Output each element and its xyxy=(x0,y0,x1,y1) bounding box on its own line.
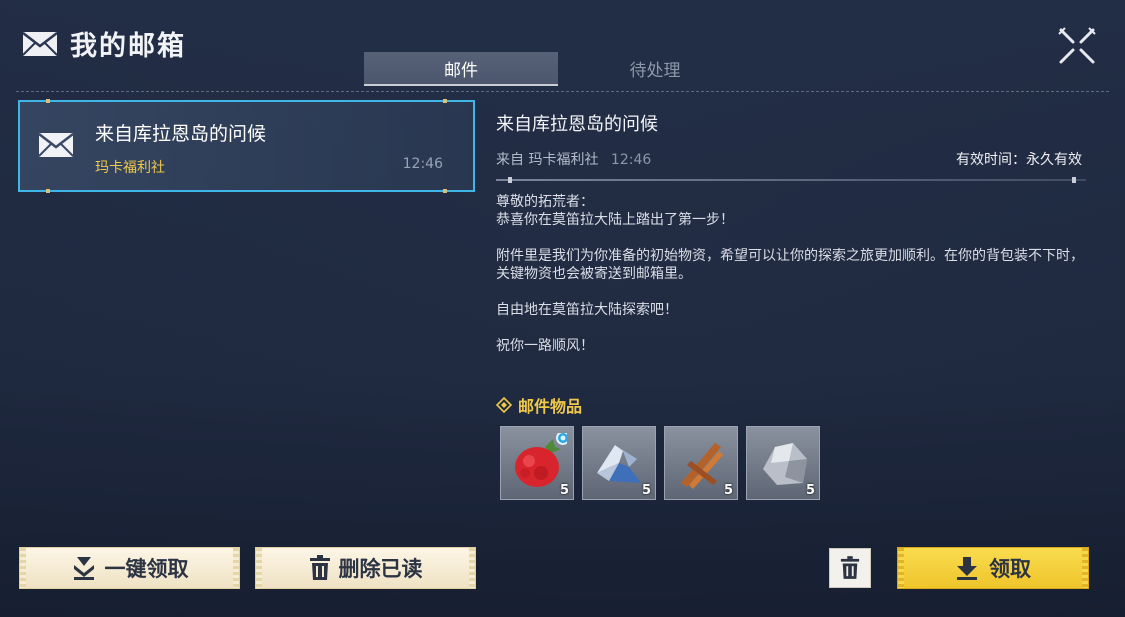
mail-detail: 来自库拉恩岛的问候 来自 玛卡福利社 12:46 有效时间：永久有效 尊敬的拓荒… xyxy=(496,110,1086,373)
divider-dot xyxy=(508,177,512,183)
attachment-list: 5 5 5 5 xyxy=(500,426,820,500)
arrow-down-icon xyxy=(957,557,977,580)
stone-icon xyxy=(763,443,807,485)
mail-body: 尊敬的拓荒者： 恭喜你在莫笛拉大陆上踏出了第一步！ 附件里是我们为你准备的初始物… xyxy=(496,193,1086,355)
corner-deco xyxy=(443,99,447,103)
mail-item-sender: 玛卡福利社 xyxy=(95,160,165,176)
attachment-qty: 5 xyxy=(723,483,733,498)
attachment-slot[interactable]: 5 xyxy=(746,426,820,500)
window-title: 我的邮箱 xyxy=(70,31,186,62)
delete-read-button[interactable]: 删除已读 xyxy=(255,547,476,589)
mail-list: 来自库拉恩岛的问候 玛卡福利社 12:46 xyxy=(18,99,475,193)
delete-read-label: 删除已读 xyxy=(338,557,423,581)
claim-button[interactable]: 领取 xyxy=(897,547,1089,589)
button-edge-deco xyxy=(256,548,262,588)
trash-icon xyxy=(840,556,860,579)
mail-detail-time: 12:46 xyxy=(610,152,652,168)
delete-mail-button[interactable] xyxy=(829,548,871,588)
mailbox-panel: 我的邮箱 邮件 待处理 来自库拉恩岛的问候 玛卡福利社 12:46 来自库拉恩岛… xyxy=(0,0,1125,617)
attachments-header-label: 邮件物品 xyxy=(518,397,583,416)
mail-body-para2: 附件里是我们为你准备的初始物资，希望可以让你的探索之旅更加顺利。在你的背包装不下… xyxy=(496,248,1084,282)
mail-list-item[interactable]: 来自库拉恩岛的问候 玛卡福利社 12:46 xyxy=(18,99,475,193)
tab-pending[interactable]: 待处理 xyxy=(558,52,752,84)
attachment-qty: 5 xyxy=(805,483,815,498)
claim-label: 领取 xyxy=(989,557,1031,581)
wood-sticks-icon xyxy=(681,443,723,489)
attachment-slot[interactable]: 5 xyxy=(582,426,656,500)
divider-dot xyxy=(1072,177,1076,183)
claim-all-button[interactable]: 一键领取 xyxy=(19,547,240,589)
berry-icon xyxy=(515,433,567,487)
header-divider xyxy=(16,91,1109,92)
window-header: 我的邮箱 xyxy=(22,24,186,63)
envelope-icon xyxy=(38,132,74,162)
close-button[interactable] xyxy=(1057,26,1097,66)
mail-body-greeting: 尊敬的拓荒者： xyxy=(496,194,594,210)
tab-mail[interactable]: 邮件 xyxy=(364,52,558,86)
crystal-ore-icon xyxy=(597,445,641,483)
mail-item-time: 12:46 xyxy=(402,156,443,172)
mail-validity: 有效时间：永久有效 xyxy=(956,152,1082,168)
mail-detail-meta: 来自 玛卡福利社 12:46 有效时间：永久有效 xyxy=(496,149,1086,169)
diamond-icon xyxy=(496,397,512,413)
mail-detail-from: 来自 玛卡福利社 xyxy=(496,152,599,168)
button-edge-deco xyxy=(20,548,26,588)
close-icon xyxy=(1058,27,1096,64)
claim-all-label: 一键领取 xyxy=(104,557,189,581)
attachment-slot[interactable]: 5 xyxy=(664,426,738,500)
mail-item-title: 来自库拉恩岛的问候 xyxy=(95,123,267,145)
double-arrow-down-icon xyxy=(73,557,94,580)
attachments-header: 邮件物品 xyxy=(496,393,582,417)
corner-deco xyxy=(443,189,447,193)
detail-divider xyxy=(496,177,1086,183)
attachment-qty: 5 xyxy=(641,483,651,498)
button-edge-deco xyxy=(898,548,904,588)
mail-icon xyxy=(22,31,58,57)
tab-bar: 邮件 待处理 xyxy=(364,52,752,86)
corner-deco xyxy=(46,99,50,103)
mail-body-line1: 恭喜你在莫笛拉大陆上踏出了第一步！ xyxy=(496,212,734,228)
trash-icon xyxy=(309,555,330,580)
mail-body-para3: 自由地在莫笛拉大陆探索吧！ xyxy=(496,302,678,318)
mail-detail-title: 来自库拉恩岛的问候 xyxy=(496,114,658,135)
button-edge-deco xyxy=(1082,548,1088,588)
attachment-slot[interactable]: 5 xyxy=(500,426,574,500)
button-edge-deco xyxy=(233,548,239,588)
corner-deco xyxy=(46,189,50,193)
attachment-qty: 5 xyxy=(559,483,569,498)
button-edge-deco xyxy=(469,548,475,588)
mail-body-para4: 祝你一路顺风！ xyxy=(496,338,594,354)
